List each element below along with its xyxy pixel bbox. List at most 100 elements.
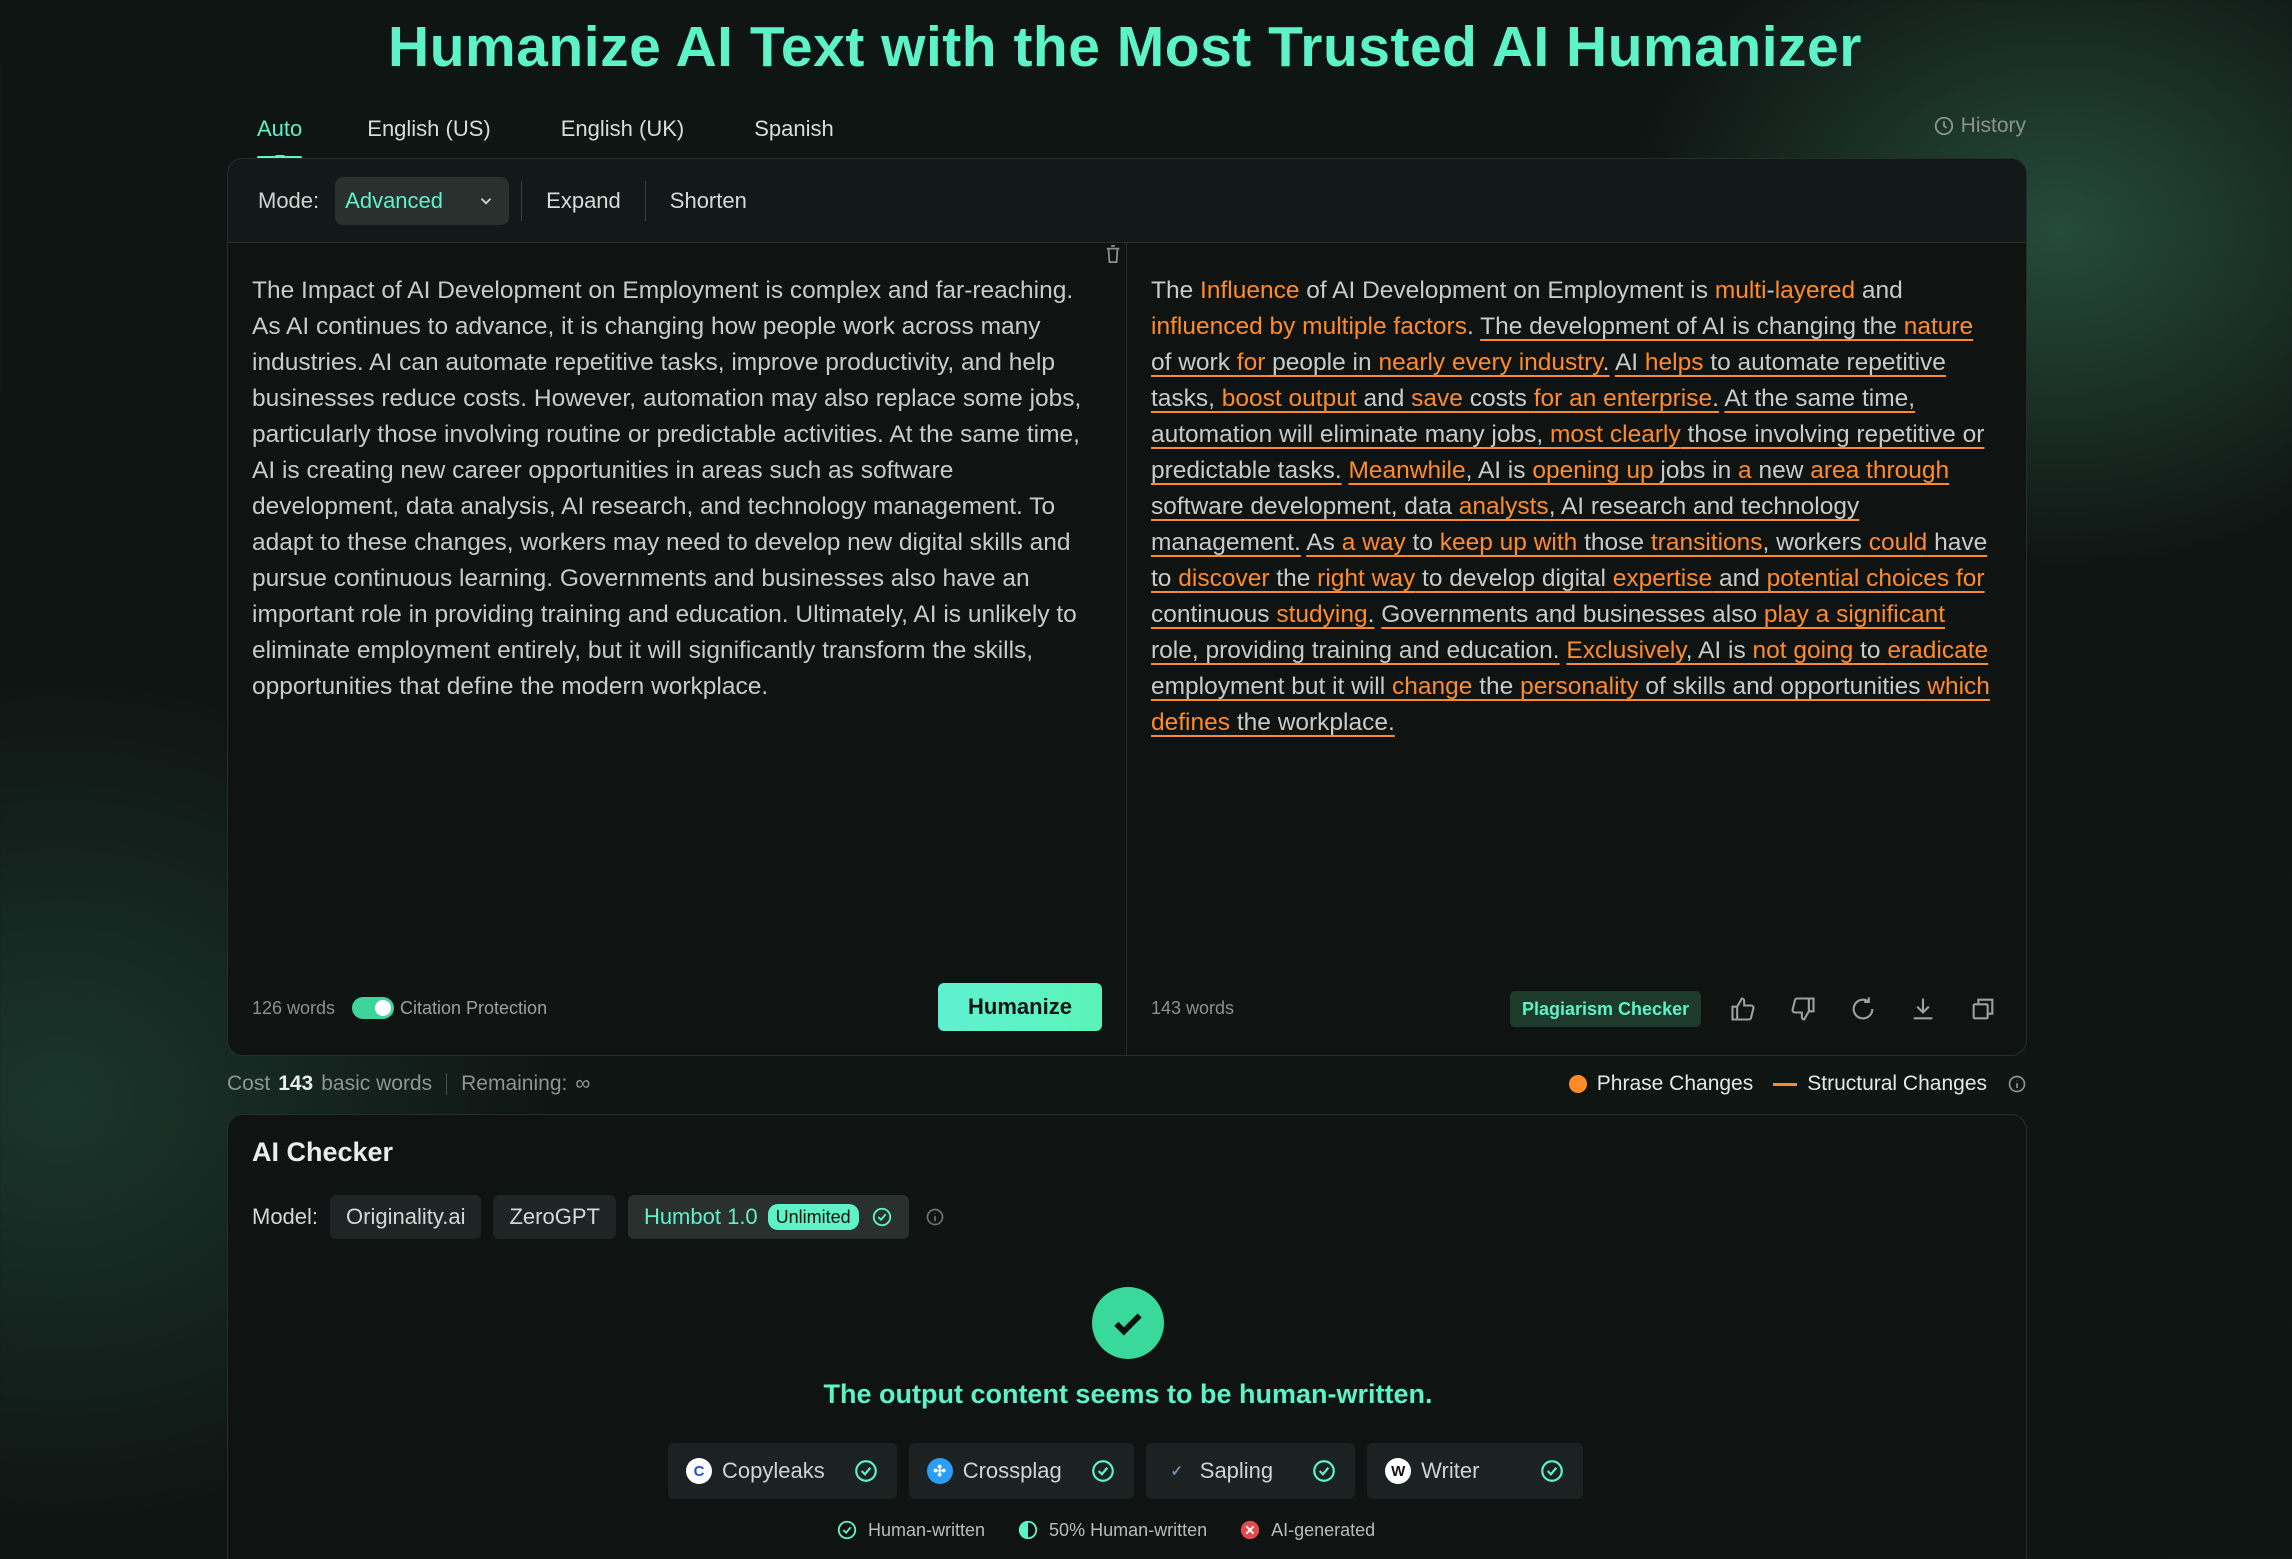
phrase-change[interactable]: for an enterprise	[1534, 385, 1712, 412]
detector-copyleaks: C Copyleaks	[668, 1443, 897, 1499]
tab-english-us[interactable]: English (US)	[332, 112, 525, 160]
model-humbot-label: Humbot 1.0	[643, 1204, 758, 1229]
phrase-change[interactable]: Meanwhile	[1348, 457, 1465, 484]
cost-suffix: basic words	[321, 1072, 433, 1095]
check-circle-icon	[854, 1460, 877, 1482]
key-human: Human-written	[836, 1519, 985, 1541]
check-circle-icon	[1091, 1460, 1114, 1482]
output-segment: software development, data	[1151, 493, 1459, 520]
mode-label: Mode:	[258, 187, 320, 213]
mode-bar: Mode: Advanced Expand Shorten	[228, 159, 2026, 243]
phrase-change[interactable]: multi	[1715, 277, 1767, 304]
phrase-change[interactable]: potential choices for	[1767, 565, 1985, 592]
phrase-change[interactable]: nature	[1904, 313, 1973, 340]
citation-toggle[interactable]	[352, 997, 394, 1019]
info-icon[interactable]	[2007, 1074, 2027, 1094]
phrase-change[interactable]: boost output	[1222, 385, 1357, 412]
sapling-logo-icon: ✓	[1170, 1463, 1184, 1480]
output-segment: , workers	[1762, 529, 1869, 556]
tab-spanish[interactable]: Spanish	[719, 112, 869, 160]
half-circle-icon	[1018, 1520, 1038, 1540]
key-half-label: 50% Human-written	[1049, 1519, 1208, 1540]
model-label: Model:	[252, 1204, 319, 1229]
phrase-change[interactable]: play a significant	[1764, 601, 1945, 628]
phrase-change[interactable]: Influence	[1200, 277, 1299, 304]
phrase-change[interactable]: helps	[1645, 349, 1704, 376]
citation-label: Citation Protection	[400, 998, 548, 1018]
history-icon	[1934, 116, 1953, 136]
phrase-changes-label: Phrase Changes	[1596, 1072, 1754, 1095]
phrase-change[interactable]: could	[1869, 529, 1928, 556]
copy-icon[interactable]	[1969, 995, 1997, 1023]
tab-english-uk[interactable]: English (UK)	[526, 112, 719, 160]
model-originality[interactable]: Originality.ai	[330, 1195, 482, 1239]
phrase-change[interactable]: a way	[1342, 529, 1406, 556]
key-ai: AI-generated	[1239, 1519, 1375, 1541]
phrase-change[interactable]: a	[1738, 457, 1752, 484]
output-segment: to	[1405, 529, 1440, 556]
output-segment: the workplace.	[1230, 709, 1395, 736]
humanize-button[interactable]: Humanize	[938, 983, 1102, 1031]
tab-auto[interactable]: Auto	[227, 112, 332, 160]
detector-sapling: ✓ Sapling	[1145, 1443, 1356, 1499]
result-key: Human-written 50% Human-written AI-gener…	[836, 1519, 1395, 1541]
plagiarism-checker-button[interactable]: Plagiarism Checker	[1510, 991, 1702, 1027]
phrase-change[interactable]: influenced by multiple factors	[1151, 313, 1467, 340]
output-segment: .	[1712, 385, 1719, 412]
model-humbot[interactable]: Humbot 1.0 Unlimited	[627, 1195, 909, 1239]
structural-change-line	[1773, 1082, 1798, 1086]
model-zerogpt[interactable]: ZeroGPT	[493, 1195, 616, 1239]
key-ai-label: AI-generated	[1271, 1519, 1376, 1540]
phrase-change[interactable]: change	[1392, 673, 1472, 700]
phrase-change[interactable]: area through	[1810, 457, 1949, 484]
refresh-icon[interactable]	[1849, 995, 1877, 1023]
output-segment: The development of AI is changing the	[1480, 313, 1904, 340]
phrase-change[interactable]: discover	[1178, 565, 1269, 592]
thumbs-down-icon[interactable]	[1789, 995, 1817, 1023]
phrase-change[interactable]: for	[1237, 349, 1266, 376]
phrase-change[interactable]: Exclusively	[1566, 637, 1685, 664]
mode-shorten[interactable]: Shorten	[658, 188, 759, 214]
output-segment: continuous	[1151, 601, 1277, 628]
phrase-change[interactable]: studying	[1276, 601, 1367, 628]
output-segment: employment but it will	[1151, 673, 1393, 700]
output-segment: As	[1306, 529, 1342, 556]
input-text[interactable]: The Impact of AI Development on Employme…	[252, 273, 1096, 705]
crossplag-logo-icon: ✣	[926, 1458, 953, 1484]
info-icon[interactable]	[925, 1207, 945, 1227]
divider	[446, 1073, 448, 1095]
phrase-change[interactable]: save	[1411, 385, 1463, 412]
trash-icon[interactable]	[1104, 243, 1122, 265]
mode-select[interactable]: Advanced	[335, 176, 510, 225]
phrase-change[interactable]: personality	[1520, 673, 1638, 700]
input-pane: The Impact of AI Development on Employme…	[228, 243, 1127, 1055]
output-segment: role, providing training and education.	[1151, 637, 1560, 664]
divider	[644, 180, 646, 221]
structural-changes-label: Structural Changes	[1807, 1072, 1987, 1095]
output-segment: the	[1472, 673, 1521, 700]
download-icon[interactable]	[1909, 995, 1937, 1023]
ai-checker-panel: AI Checker Model: Originality.ai ZeroGPT…	[227, 1114, 2027, 1559]
phrase-change[interactable]: not going	[1753, 637, 1854, 664]
output-segment: people in	[1265, 349, 1379, 376]
change-legend: Phrase Changes Structural Changes	[1568, 1072, 2027, 1096]
key-human-label: Human-written	[868, 1519, 986, 1540]
phrase-change[interactable]: eradicate	[1887, 637, 1988, 664]
history-button[interactable]: History	[1933, 114, 2026, 138]
phrase-change[interactable]: right way	[1317, 565, 1415, 592]
phrase-change[interactable]: keep up with	[1440, 529, 1578, 556]
phrase-change[interactable]: nearly every industry	[1378, 349, 1602, 376]
phrase-change[interactable]: transitions	[1651, 529, 1763, 556]
cost-value: 143	[278, 1072, 314, 1095]
mode-expand[interactable]: Expand	[534, 188, 633, 214]
thumbs-up-icon[interactable]	[1729, 995, 1757, 1023]
humanizer-panel: Mode: Advanced Expand Shorten The Impact…	[227, 158, 2027, 1056]
output-segment: and	[1356, 385, 1412, 412]
phrase-change[interactable]: expertise	[1613, 565, 1712, 592]
phrase-change[interactable]: opening up	[1532, 457, 1653, 484]
phrase-change[interactable]: analysts	[1459, 493, 1549, 520]
check-circle-icon	[1541, 1460, 1564, 1482]
detector-label: Writer	[1421, 1458, 1480, 1483]
phrase-change[interactable]: layered	[1775, 277, 1855, 304]
phrase-change[interactable]: most clearly	[1550, 421, 1681, 448]
